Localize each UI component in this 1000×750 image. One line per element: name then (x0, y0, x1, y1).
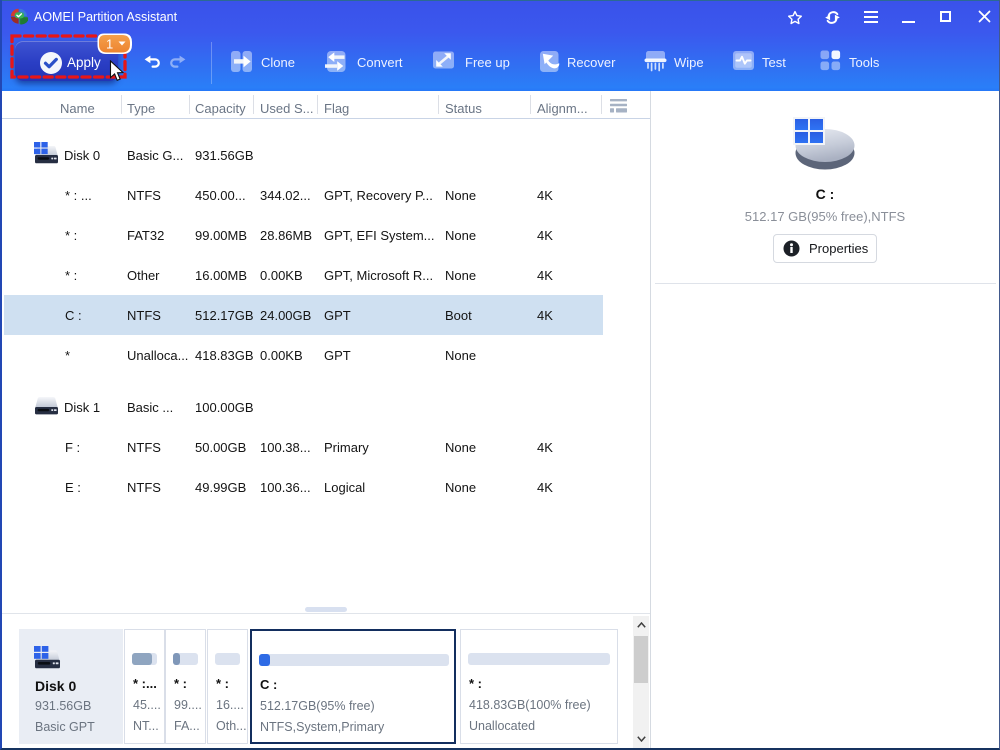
svg-text:1: 1 (106, 37, 113, 52)
